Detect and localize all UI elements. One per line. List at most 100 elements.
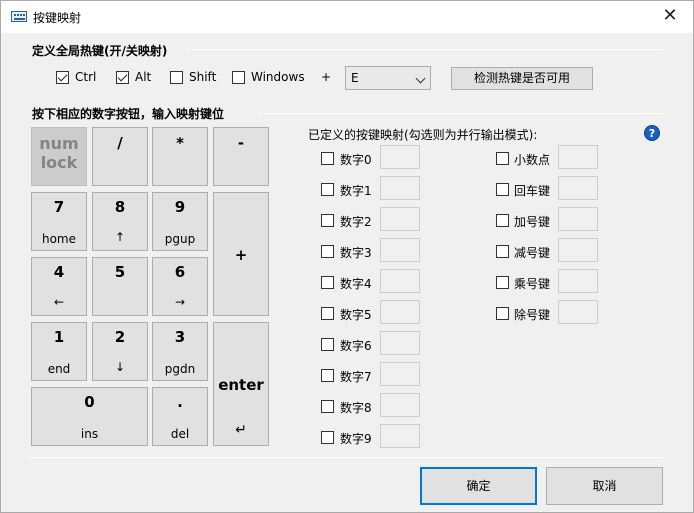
mapping-left-checkbox[interactable]	[321, 183, 334, 196]
down-arrow-icon: ↓	[114, 360, 126, 374]
windows-check-box[interactable]	[232, 70, 245, 84]
plus-sign: +	[321, 70, 332, 84]
key-multiply-label: *	[176, 134, 184, 152]
close-button[interactable]: ✕	[647, 1, 693, 33]
keypad-section-title: 按下相应的数字按钮，输入映射键位	[32, 107, 225, 121]
mapping-right-label: 乘号键	[514, 277, 551, 291]
key-dot-label: .	[177, 393, 183, 411]
key-divide[interactable]: /	[92, 127, 148, 186]
key-numlock[interactable]: num lock	[31, 127, 87, 186]
windows-checkbox[interactable]: Windows	[232, 70, 305, 84]
key-plus[interactable]: +	[213, 192, 269, 316]
mapping-right-label: 加号键	[514, 215, 551, 229]
chevron-down-icon	[415, 73, 426, 84]
mapping-left-key-field[interactable]	[380, 238, 420, 262]
mapping-right-checkbox[interactable]	[496, 183, 509, 196]
key-2[interactable]: 2 ↓	[92, 322, 148, 381]
keypad-divider	[259, 113, 663, 114]
mapping-right-key-field[interactable]	[558, 145, 598, 169]
key-1[interactable]: 1 end	[31, 322, 87, 381]
key-multiply[interactable]: *	[152, 127, 208, 186]
hotkey-key-value: E	[351, 71, 359, 85]
mapping-left-checkbox[interactable]	[321, 276, 334, 289]
mapping-right-key-field[interactable]	[558, 207, 598, 231]
mapping-left-label: 数字3	[340, 246, 372, 260]
key-enter-label: enter	[218, 376, 264, 394]
title-bar: 按键映射 ✕	[1, 1, 693, 33]
left-arrow-icon: ←	[53, 295, 65, 309]
windows-label: Windows	[251, 70, 305, 84]
alt-checkbox[interactable]: Alt	[116, 70, 151, 84]
mapping-left-key-field[interactable]	[380, 362, 420, 386]
key-dot[interactable]: . del	[152, 387, 208, 446]
mapping-left-key-field[interactable]	[380, 145, 420, 169]
mapping-left-key-field[interactable]	[380, 300, 420, 324]
key-minus[interactable]: -	[213, 127, 269, 186]
mapping-left-label: 数字2	[340, 215, 372, 229]
mapping-left-checkbox[interactable]	[321, 152, 334, 165]
key-2-label: 2	[114, 328, 126, 346]
mapping-left-label: 数字4	[340, 277, 372, 291]
up-arrow-icon: ↑	[114, 230, 126, 244]
mapping-left-checkbox[interactable]	[321, 214, 334, 227]
mapping-left-key-field[interactable]	[380, 207, 420, 231]
shift-checkbox[interactable]: Shift	[170, 70, 216, 84]
key-plus-label: +	[234, 246, 248, 264]
shift-label: Shift	[189, 70, 217, 84]
key-6-label: 6	[174, 263, 186, 281]
mapping-left-checkbox[interactable]	[321, 338, 334, 351]
mapping-left-checkbox[interactable]	[321, 400, 334, 413]
key-5[interactable]: 5	[92, 257, 148, 316]
mapping-title: 已定义的按键映射(勾选则为并行输出模式):	[308, 128, 538, 142]
footer-divider	[31, 457, 663, 458]
mapping-right-label: 回车键	[514, 184, 551, 198]
key-9-label: 9	[174, 198, 186, 216]
key-7-sub: home	[41, 232, 77, 246]
mapping-right-key-field[interactable]	[558, 176, 598, 200]
mapping-left-checkbox[interactable]	[321, 431, 334, 444]
key-6[interactable]: 6 →	[152, 257, 208, 316]
mapping-right-checkbox[interactable]	[496, 245, 509, 258]
mapping-left-label: 数字6	[340, 339, 372, 353]
key-enter[interactable]: enter ↵	[213, 322, 269, 446]
mapping-left-label: 数字9	[340, 432, 372, 446]
key-4-label: 4	[53, 263, 65, 281]
mapping-left-checkbox[interactable]	[321, 369, 334, 382]
mapping-left-key-field[interactable]	[380, 269, 420, 293]
mapping-left-checkbox[interactable]	[321, 307, 334, 320]
mapping-right-checkbox[interactable]	[496, 276, 509, 289]
mapping-left-key-field[interactable]	[380, 424, 420, 448]
key-8[interactable]: 8 ↑	[92, 192, 148, 251]
mapping-left-key-field[interactable]	[380, 331, 420, 355]
key-7[interactable]: 7 home	[31, 192, 87, 251]
mapping-left-label: 数字1	[340, 184, 372, 198]
key-0-label: 0	[84, 393, 95, 411]
hotkey-key-select[interactable]: E	[345, 66, 431, 90]
key-3[interactable]: 3 pgdn	[152, 322, 208, 381]
test-hotkey-button[interactable]: 检测热键是否可用	[451, 67, 593, 90]
key-4[interactable]: 4 ←	[31, 257, 87, 316]
ctrl-check-box[interactable]	[56, 70, 69, 84]
help-icon[interactable]: ?	[644, 125, 660, 141]
mapping-right-key-field[interactable]	[558, 300, 598, 324]
mapping-right-checkbox[interactable]	[496, 307, 509, 320]
key-8-label: 8	[114, 198, 126, 216]
key-0[interactable]: 0 ins	[31, 387, 148, 446]
mapping-right-checkbox[interactable]	[496, 152, 509, 165]
cancel-button[interactable]: 取消	[546, 467, 663, 505]
hotkey-divider	[187, 49, 663, 50]
key-divide-label: /	[117, 134, 123, 152]
ok-button[interactable]: 确定	[420, 467, 537, 505]
mapping-left-key-field[interactable]	[380, 393, 420, 417]
mapping-left-label: 数字8	[340, 401, 372, 415]
mapping-right-checkbox[interactable]	[496, 214, 509, 227]
mapping-left-key-field[interactable]	[380, 176, 420, 200]
mapping-right-key-field[interactable]	[558, 269, 598, 293]
window-title: 按键映射	[33, 11, 82, 25]
shift-check-box[interactable]	[170, 70, 183, 84]
mapping-right-key-field[interactable]	[558, 238, 598, 262]
mapping-left-checkbox[interactable]	[321, 245, 334, 258]
key-9[interactable]: 9 pgup	[152, 192, 208, 251]
alt-check-box[interactable]	[116, 70, 129, 84]
ctrl-checkbox[interactable]: Ctrl	[56, 70, 96, 84]
